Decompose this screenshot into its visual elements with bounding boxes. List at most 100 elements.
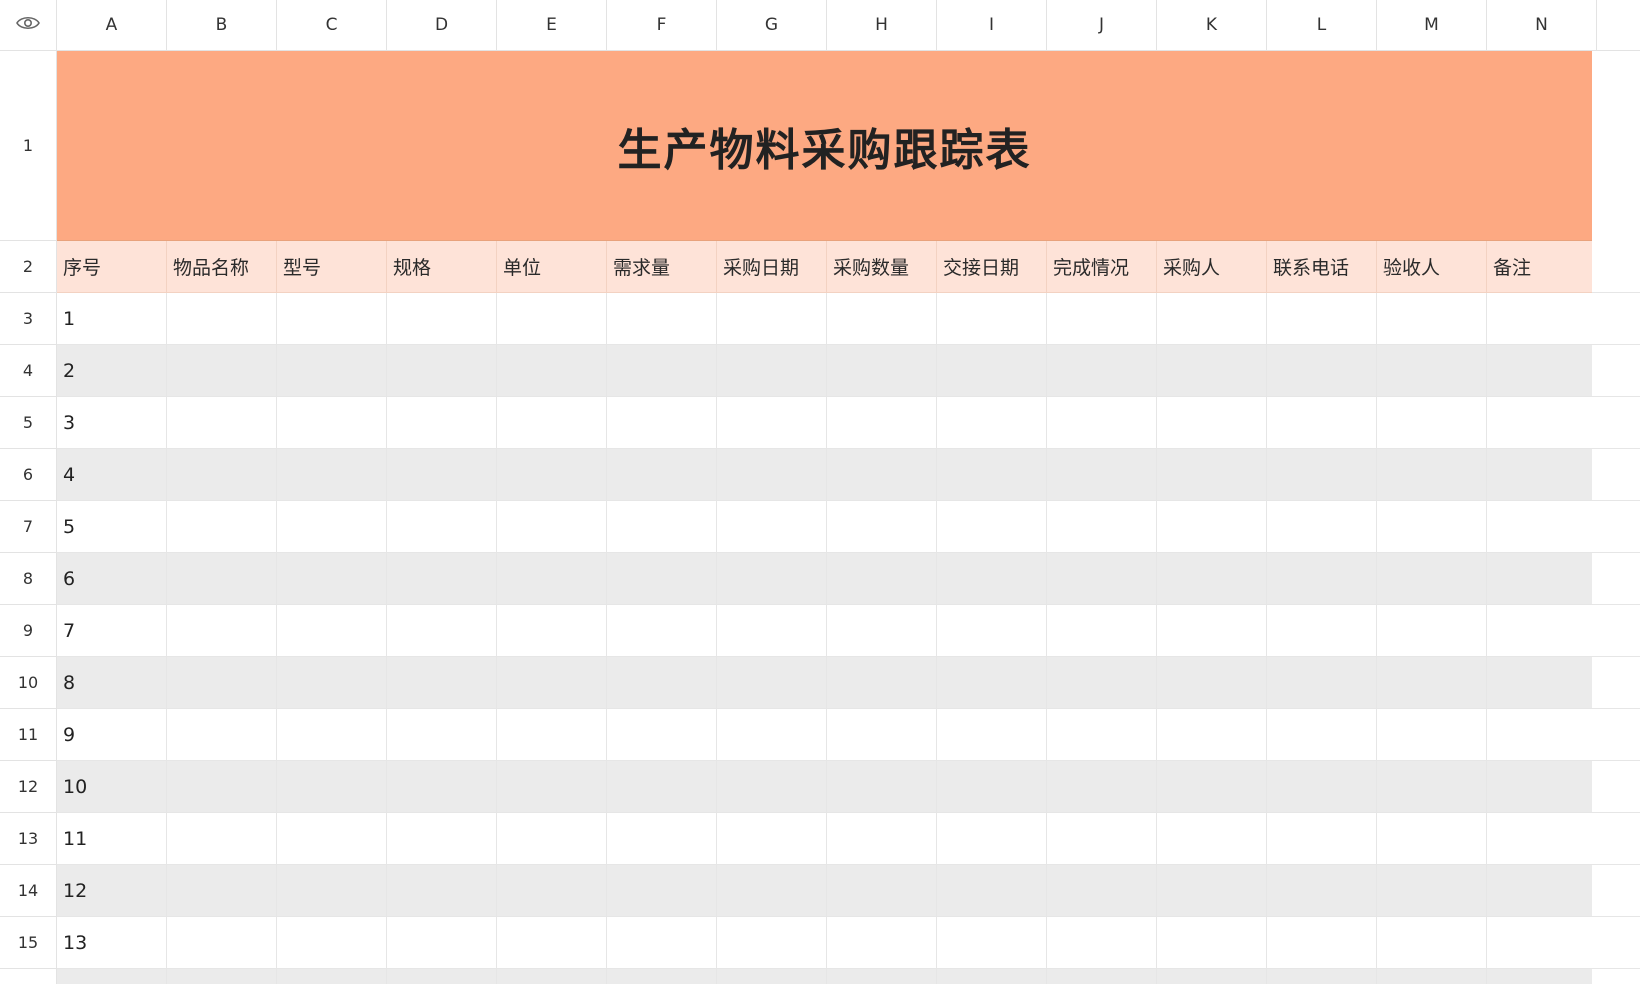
cell-d3[interactable] bbox=[387, 293, 497, 345]
cell-l6[interactable] bbox=[1267, 449, 1377, 501]
overflow-cell[interactable] bbox=[1592, 241, 1640, 293]
cell-m15[interactable] bbox=[1377, 917, 1487, 969]
cell-l5[interactable] bbox=[1267, 397, 1377, 449]
cell-g4[interactable] bbox=[717, 345, 827, 397]
cell-h14[interactable] bbox=[827, 865, 937, 917]
eye-icon[interactable] bbox=[15, 14, 41, 36]
cell-a16[interactable] bbox=[57, 969, 167, 984]
cell-b10[interactable] bbox=[167, 657, 277, 709]
column-header-c[interactable]: C bbox=[277, 0, 387, 51]
cell-n14[interactable] bbox=[1487, 865, 1597, 917]
column-label-7[interactable]: 采购日期 bbox=[717, 241, 827, 293]
cell-h6[interactable] bbox=[827, 449, 937, 501]
cell-f10[interactable] bbox=[607, 657, 717, 709]
cell-l16[interactable] bbox=[1267, 969, 1377, 984]
cell-c16[interactable] bbox=[277, 969, 387, 984]
cell-m3[interactable] bbox=[1377, 293, 1487, 345]
cell-d5[interactable] bbox=[387, 397, 497, 449]
column-label-4[interactable]: 规格 bbox=[387, 241, 497, 293]
cell-i6[interactable] bbox=[937, 449, 1047, 501]
cell-e16[interactable] bbox=[497, 969, 607, 984]
cell-n12[interactable] bbox=[1487, 761, 1597, 813]
cell-a14[interactable]: 12 bbox=[57, 865, 167, 917]
column-header-m[interactable]: M bbox=[1377, 0, 1487, 51]
column-header-h[interactable]: H bbox=[827, 0, 937, 51]
cell-n8[interactable] bbox=[1487, 553, 1597, 605]
cell-n3[interactable] bbox=[1487, 293, 1597, 345]
cell-c4[interactable] bbox=[277, 345, 387, 397]
cell-b6[interactable] bbox=[167, 449, 277, 501]
cell-e8[interactable] bbox=[497, 553, 607, 605]
overflow-cell[interactable] bbox=[1592, 605, 1640, 657]
row-header-5[interactable]: 5 bbox=[0, 397, 57, 449]
cell-b12[interactable] bbox=[167, 761, 277, 813]
cell-a9[interactable]: 7 bbox=[57, 605, 167, 657]
cell-a4[interactable]: 2 bbox=[57, 345, 167, 397]
overflow-cell[interactable] bbox=[1592, 345, 1640, 397]
column-header-f[interactable]: F bbox=[607, 0, 717, 51]
cell-i9[interactable] bbox=[937, 605, 1047, 657]
cell-d7[interactable] bbox=[387, 501, 497, 553]
column-header-b[interactable]: B bbox=[167, 0, 277, 51]
row-header-14[interactable]: 14 bbox=[0, 865, 57, 917]
row-header-9[interactable]: 9 bbox=[0, 605, 57, 657]
cell-g13[interactable] bbox=[717, 813, 827, 865]
cell-n6[interactable] bbox=[1487, 449, 1597, 501]
cell-m12[interactable] bbox=[1377, 761, 1487, 813]
cell-j4[interactable] bbox=[1047, 345, 1157, 397]
cell-g16[interactable] bbox=[717, 969, 827, 984]
cell-g14[interactable] bbox=[717, 865, 827, 917]
cell-e14[interactable] bbox=[497, 865, 607, 917]
cell-l10[interactable] bbox=[1267, 657, 1377, 709]
cell-d11[interactable] bbox=[387, 709, 497, 761]
cell-h13[interactable] bbox=[827, 813, 937, 865]
cell-b4[interactable] bbox=[167, 345, 277, 397]
cell-c14[interactable] bbox=[277, 865, 387, 917]
cell-g12[interactable] bbox=[717, 761, 827, 813]
cell-f8[interactable] bbox=[607, 553, 717, 605]
cell-f12[interactable] bbox=[607, 761, 717, 813]
column-label-3[interactable]: 型号 bbox=[277, 241, 387, 293]
column-header-l[interactable]: L bbox=[1267, 0, 1377, 51]
cell-k12[interactable] bbox=[1157, 761, 1267, 813]
cell-j7[interactable] bbox=[1047, 501, 1157, 553]
cell-b7[interactable] bbox=[167, 501, 277, 553]
cell-j6[interactable] bbox=[1047, 449, 1157, 501]
cell-d8[interactable] bbox=[387, 553, 497, 605]
cell-c9[interactable] bbox=[277, 605, 387, 657]
cell-b9[interactable] bbox=[167, 605, 277, 657]
overflow-cell[interactable] bbox=[1592, 917, 1640, 969]
cell-m6[interactable] bbox=[1377, 449, 1487, 501]
cell-g9[interactable] bbox=[717, 605, 827, 657]
cell-e13[interactable] bbox=[497, 813, 607, 865]
cell-h8[interactable] bbox=[827, 553, 937, 605]
cell-h11[interactable] bbox=[827, 709, 937, 761]
cell-k4[interactable] bbox=[1157, 345, 1267, 397]
cell-m10[interactable] bbox=[1377, 657, 1487, 709]
overflow-cell[interactable] bbox=[1592, 293, 1640, 345]
column-header-n[interactable]: N bbox=[1487, 0, 1597, 51]
cell-f5[interactable] bbox=[607, 397, 717, 449]
cell-f3[interactable] bbox=[607, 293, 717, 345]
column-label-11[interactable]: 采购人 bbox=[1157, 241, 1267, 293]
row-header-12[interactable]: 12 bbox=[0, 761, 57, 813]
cell-a3[interactable]: 1 bbox=[57, 293, 167, 345]
cell-e4[interactable] bbox=[497, 345, 607, 397]
cell-n9[interactable] bbox=[1487, 605, 1597, 657]
cell-n10[interactable] bbox=[1487, 657, 1597, 709]
cell-k8[interactable] bbox=[1157, 553, 1267, 605]
cell-m13[interactable] bbox=[1377, 813, 1487, 865]
cell-k9[interactable] bbox=[1157, 605, 1267, 657]
overflow-cell[interactable] bbox=[1592, 813, 1640, 865]
cell-n16[interactable] bbox=[1487, 969, 1597, 984]
cell-j8[interactable] bbox=[1047, 553, 1157, 605]
cell-m9[interactable] bbox=[1377, 605, 1487, 657]
cell-g6[interactable] bbox=[717, 449, 827, 501]
cell-i10[interactable] bbox=[937, 657, 1047, 709]
column-header-e[interactable]: E bbox=[497, 0, 607, 51]
column-label-2[interactable]: 物品名称 bbox=[167, 241, 277, 293]
cell-j9[interactable] bbox=[1047, 605, 1157, 657]
cell-c13[interactable] bbox=[277, 813, 387, 865]
overflow-cell[interactable] bbox=[1592, 449, 1640, 501]
row-header-8[interactable]: 8 bbox=[0, 553, 57, 605]
